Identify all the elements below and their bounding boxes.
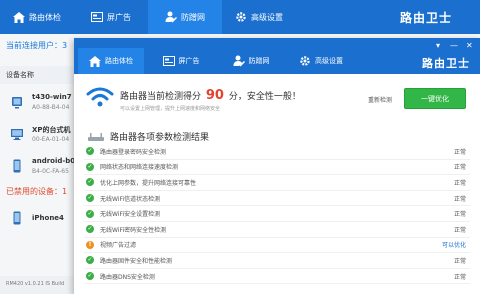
back-tab-check[interactable]: 路由体检	[0, 0, 74, 34]
check-label: 路由器DNS安全检测	[100, 273, 155, 281]
check-status: 正常	[453, 164, 466, 172]
check-status: 正常	[453, 273, 466, 281]
check-label: 无线WiFi信道状态检测	[100, 195, 161, 203]
check-label: 路由器登录密码安全检测	[100, 148, 167, 156]
device-column-header: 设备名称	[0, 66, 74, 84]
front-title-bar: ▾ — ✕ 路由体检 屏广告 防蹭网 高级设置 路由卫士	[74, 38, 480, 74]
results-icon	[88, 133, 104, 141]
check-row: ✓ 网络状态和网络连接速度检测 正常	[84, 160, 470, 176]
check-row: ✓ 无线WiFi安全设置检测 正常	[84, 206, 470, 222]
tab-advanced[interactable]: 高级设置	[288, 48, 354, 74]
check-ok-icon: ✓	[86, 147, 94, 156]
gear-icon	[236, 12, 246, 22]
device-mac: A0-88-B4-04	[32, 104, 70, 111]
check-ok-icon: ✓	[86, 209, 94, 218]
back-tab-check-label: 路由体检	[29, 12, 61, 22]
home-icon	[89, 55, 101, 67]
back-tab-advanced[interactable]: 高级设置	[222, 0, 296, 34]
check-label: 网络状态和网络连接速度检测	[100, 164, 179, 172]
optimize-button[interactable]: 一键优化	[404, 88, 466, 109]
tab-check-label: 路由体检	[105, 57, 133, 65]
check-ok-icon: ✓	[86, 225, 94, 234]
wifi-icon	[86, 87, 114, 107]
device-mac: 00-EA-01-04	[32, 136, 70, 143]
check-status: 正常	[453, 211, 466, 219]
back-tab-guard[interactable]: 防蹭网	[148, 0, 222, 34]
check-ok-icon: ✓	[86, 162, 94, 171]
check-ok-icon: ✓	[86, 272, 94, 281]
tab-check[interactable]: 路由体检	[78, 48, 144, 74]
home-icon	[13, 11, 25, 23]
back-tab-ads[interactable]: 屏广告	[74, 0, 148, 34]
phone-icon	[13, 211, 21, 225]
brand-logo: 路由卫士	[422, 57, 470, 70]
disabled-devices-info: 已禁用的设备：1	[6, 187, 68, 196]
check-ok-icon: ✓	[86, 178, 94, 187]
check-status: 正常	[453, 226, 466, 234]
phone-icon	[13, 159, 21, 173]
wifi-device-icon	[12, 97, 22, 109]
connected-users-info: 当前连接用户：3	[6, 41, 68, 50]
check-status: 正常	[453, 195, 466, 203]
check-label: 无线WiFi安全设置检测	[100, 211, 161, 219]
guard-icon	[165, 11, 177, 23]
recheck-link[interactable]: 重新检测	[368, 95, 392, 104]
check-row: ✓ 无线WiFi信道状态检测 正常	[84, 191, 470, 207]
minimize-icon[interactable]: —	[450, 41, 458, 50]
check-ok-icon: ✓	[86, 194, 94, 203]
check-status: 正常	[453, 257, 466, 265]
gear-icon	[300, 56, 310, 66]
status-bar: RM420 v1.0.21 IS Build	[0, 276, 74, 294]
back-brand-logo: 路由卫士	[400, 11, 453, 25]
device-row[interactable]: XP的台式机 00-EA-01-04	[0, 122, 74, 148]
menu-icon[interactable]: ▾	[436, 41, 440, 50]
guard-icon	[233, 55, 245, 67]
back-tab-advanced-label: 高级设置	[251, 12, 283, 22]
check-label: 优化上网参数，提升网络连接可靠性	[100, 179, 197, 187]
check-status: 正常	[453, 179, 466, 187]
optimize-link[interactable]: 可以优化	[442, 240, 466, 249]
back-tab-guard-label: 防蹭网	[181, 12, 205, 22]
score-summary: 路由器当前检测得分 90 分，安全性一般！	[120, 88, 301, 103]
device-name: t430-win7	[32, 93, 72, 101]
desktop-icon	[11, 129, 23, 140]
check-label: 路由器固件安全和性能检测	[100, 257, 173, 265]
results-section-title: 路由器各项参数检测结果	[110, 133, 210, 143]
tab-guard[interactable]: 防蹭网	[218, 48, 284, 74]
check-status: 正常	[453, 148, 466, 156]
device-mac: B4-0C-FA-65	[32, 168, 69, 175]
check-label: 无线WiFi密码安全性检测	[100, 226, 167, 234]
check-row: ✓ 优化上网参数，提升网络连接可靠性 正常	[84, 175, 470, 191]
check-ok-icon: ✓	[86, 256, 94, 265]
tab-guard-label: 防蹭网	[248, 57, 270, 65]
check-warning-icon: !	[86, 240, 94, 249]
check-label: 视频广告过滤	[100, 242, 137, 250]
check-row: ✓ 路由器登录密码安全检测 正常	[84, 144, 470, 160]
check-row: ✓ 路由器固件安全和性能检测 正常	[84, 253, 470, 269]
device-name: XP的台式机	[32, 126, 71, 134]
back-tab-ads-label: 屏广告	[107, 12, 131, 22]
device-name: iPhone4	[32, 214, 64, 222]
check-row: ! 视频广告过滤 可以优化	[84, 238, 470, 254]
ad-icon	[91, 12, 103, 22]
front-window: ▾ — ✕ 路由体检 屏广告 防蹭网 高级设置 路由卫士 路由器当前检测得分 9	[74, 38, 480, 294]
device-row[interactable]: t430-win7 A0-88-B4-04	[0, 90, 74, 116]
device-row[interactable]: android-b03 B4-0C-FA-65	[0, 154, 74, 180]
check-row: ✓ 路由器DNS安全检测 正常	[84, 269, 470, 285]
score-subtitle: 可以设置上网管理，提升上网速度和网络安全	[120, 106, 221, 112]
disabled-device-row[interactable]: iPhone4	[0, 206, 74, 232]
device-name: android-b03	[32, 157, 74, 165]
tab-ads[interactable]: 屏广告	[148, 48, 214, 74]
check-results-list: ✓ 路由器登录密码安全检测 正常 ✓ 网络状态和网络连接速度检测 正常 ✓ 优化…	[84, 144, 470, 285]
back-title-bar: 路由体检 屏广告 防蹭网 高级设置 路由卫士	[0, 0, 480, 34]
tab-ads-label: 屏广告	[178, 57, 200, 65]
check-row: ✓ 无线WiFi密码安全性检测 正常	[84, 222, 470, 238]
tab-advanced-label: 高级设置	[315, 57, 343, 65]
score-value: 90	[205, 88, 224, 103]
score-suffix: 分，安全性一般！	[228, 92, 301, 102]
close-icon[interactable]: ✕	[466, 41, 473, 50]
ad-icon	[162, 56, 175, 66]
score-prefix: 路由器当前检测得分	[120, 92, 202, 102]
